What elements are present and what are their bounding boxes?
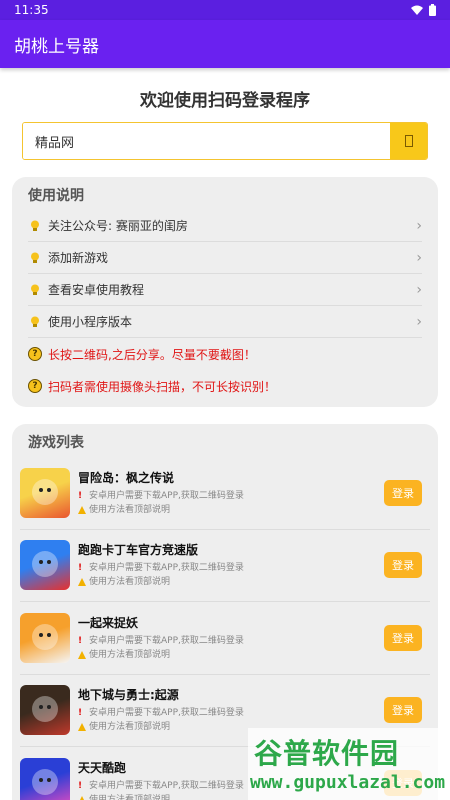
warning-triangle-icon [78, 578, 86, 587]
game-name: 跑跑卡丁车官方竞速版 [78, 543, 199, 558]
usage-title: 使用说明 [28, 188, 84, 204]
usage-card: 使用说明 关注公众号: 赛丽亚的闺房 › 添加新游戏 › 查看安卓使用教程 › … [12, 177, 438, 407]
game-note-usage: 使用方法看顶部说明 [78, 503, 384, 517]
chevron-right-icon: › [416, 281, 422, 298]
search-input[interactable] [23, 123, 390, 159]
game-icon [20, 685, 70, 736]
tip-label: 使用小程序版本 [48, 315, 133, 329]
status-bar: 11:35 [0, 0, 450, 20]
question-icon: ? [28, 347, 42, 361]
status-icons [411, 4, 436, 16]
chevron-right-icon: › [416, 249, 422, 266]
app-bar: 胡桃上号器 [0, 20, 450, 68]
chevron-right-icon: › [416, 217, 422, 234]
game-icon [20, 757, 70, 800]
game-name: 冒险岛：枫之传说 [78, 470, 175, 485]
tip-android-tutorial[interactable]: 查看安卓使用教程 › [28, 274, 422, 306]
tip-mini-program[interactable]: 使用小程序版本 › [28, 306, 422, 338]
game-info: 跑跑卡丁车官方竞速版! 安卓用户需要下载APP,获取二维码登录 使用方法看顶部说明 [78, 541, 384, 589]
game-note-download: ! 安卓用户需要下载APP,获取二维码登录 [78, 706, 384, 720]
note-text: 使用方法看顶部说明 [89, 504, 171, 515]
warning-long-press: ? 长按二维码,之后分享。尽量不要截图！ [28, 338, 422, 370]
login-button[interactable]: 登录 [384, 552, 422, 579]
search-button[interactable] [390, 123, 427, 159]
note-text: 使用方法看顶部说明 [89, 722, 171, 733]
wifi-icon [411, 5, 423, 15]
game-note-download: ! 安卓用户需要下载APP,获取二维码登录 [78, 561, 384, 575]
game-icon [20, 540, 70, 591]
game-note-usage: 使用方法看顶部说明 [78, 575, 384, 589]
tip-add-game[interactable]: 添加新游戏 › [28, 242, 422, 274]
note-text: 安卓用户需要下载APP,获取二维码登录 [89, 708, 244, 719]
game-icon [20, 612, 70, 663]
status-time: 11:35 [14, 3, 49, 17]
lightbulb-icon [28, 252, 42, 264]
warning-triangle-icon [78, 505, 86, 514]
game-note-download: ! 安卓用户需要下载APP,获取二维码登录 [78, 489, 384, 503]
app-title: 胡桃上号器 [14, 36, 99, 57]
game-row: 冒险岛：枫之传说! 安卓用户需要下载APP,获取二维码登录 使用方法看顶部说明 登录 [20, 457, 430, 530]
login-button[interactable]: 登录 [384, 479, 422, 506]
note-text: 使用方法看顶部说明 [89, 794, 171, 800]
search-glyph-icon [404, 135, 413, 147]
question-icon: ? [28, 379, 42, 393]
game-name: 一起来捉妖 [78, 615, 139, 630]
lightbulb-icon [28, 220, 42, 232]
game-info: 一起来捉妖! 安卓用户需要下载APP,获取二维码登录 使用方法看顶部说明 [78, 614, 384, 662]
warning-text: 长按二维码,之后分享。尽量不要截图！ [48, 347, 256, 362]
watermark-url: www.gupuxlazal.com [250, 772, 446, 793]
battery-icon [429, 4, 436, 16]
welcome-heading: 欢迎使用扫码登录程序 [140, 91, 310, 111]
note-text: 使用方法看顶部说明 [89, 649, 171, 660]
game-info: 冒险岛：枫之传说! 安卓用户需要下载APP,获取二维码登录 使用方法看顶部说明 [78, 469, 384, 517]
search-bar [22, 122, 428, 160]
tip-label: 关注公众号: 赛丽亚的闺房 [48, 219, 188, 233]
lightbulb-icon [28, 284, 42, 296]
warning-triangle-icon [78, 795, 86, 800]
note-text: 安卓用户需要下载APP,获取二维码登录 [89, 780, 244, 791]
warning-triangle-icon [78, 650, 86, 659]
note-text: 使用方法看顶部说明 [89, 577, 171, 588]
note-text: 安卓用户需要下载APP,获取二维码登录 [89, 635, 244, 646]
tip-label: 添加新游戏 [48, 251, 109, 265]
tip-follow-account[interactable]: 关注公众号: 赛丽亚的闺房 › [28, 210, 422, 242]
watermark: 谷普软件园 www.gupuxlazal.com [248, 728, 450, 800]
exclamation-icon: ! [78, 563, 83, 574]
exclamation-icon: ! [78, 635, 83, 646]
login-button[interactable]: 登录 [384, 624, 422, 651]
warning-text: 扫码者需使用摄像头扫描，不可长按识别！ [48, 379, 277, 394]
game-icon [20, 467, 70, 518]
games-title: 游戏列表 [28, 435, 84, 451]
exclamation-icon: ! [78, 780, 83, 791]
exclamation-icon: ! [78, 490, 83, 501]
chevron-right-icon: › [416, 313, 422, 330]
game-row: 跑跑卡丁车官方竞速版! 安卓用户需要下载APP,获取二维码登录 使用方法看顶部说明 登… [20, 530, 430, 602]
game-note-download: ! 安卓用户需要下载APP,获取二维码登录 [78, 634, 384, 648]
login-button[interactable]: 登录 [384, 697, 422, 724]
game-row: 一起来捉妖! 安卓用户需要下载APP,获取二维码登录 使用方法看顶部说明 登录 [20, 602, 430, 675]
note-text: 安卓用户需要下载APP,获取二维码登录 [89, 490, 244, 501]
game-name: 地下城与勇士:起源 [78, 688, 179, 703]
exclamation-icon: ! [78, 708, 83, 719]
game-note-usage: 使用方法看顶部说明 [78, 648, 384, 662]
warning-camera-scan: ? 扫码者需使用摄像头扫描，不可长按识别！ [28, 370, 422, 402]
tip-label: 查看安卓使用教程 [48, 283, 145, 297]
warning-triangle-icon [78, 723, 86, 732]
note-text: 安卓用户需要下载APP,获取二维码登录 [89, 563, 244, 574]
watermark-title: 谷普软件园 [254, 737, 400, 770]
lightbulb-icon [28, 316, 42, 328]
